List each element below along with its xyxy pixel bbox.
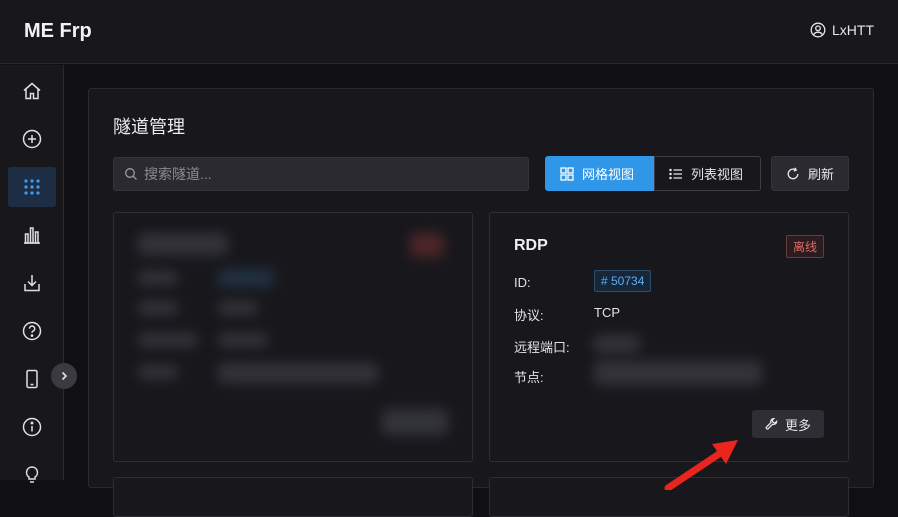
grid-view-icon xyxy=(560,166,574,181)
refresh-button[interactable]: 刷新 xyxy=(771,156,849,191)
list-view-label: 列表视图 xyxy=(691,167,744,182)
blurred-content xyxy=(138,333,198,347)
page-title: 隧道管理 xyxy=(113,117,185,137)
tunnel-card-blurred[interactable] xyxy=(113,212,473,462)
tunnel-id-tag: # 50734 xyxy=(594,270,652,292)
blurred-content xyxy=(382,409,448,435)
sidebar-item-download[interactable] xyxy=(8,263,56,303)
app-title[interactable]: ME Frp xyxy=(24,20,92,43)
node-label: 节点: xyxy=(514,370,544,385)
remote-port-label: 远程端口: xyxy=(514,340,570,355)
wrench-icon xyxy=(765,417,778,430)
lightbulb-icon xyxy=(25,466,39,483)
blurred-content xyxy=(138,301,178,315)
info-icon xyxy=(22,417,42,437)
more-label: 更多 xyxy=(784,417,811,433)
chevron-right-icon xyxy=(61,371,68,381)
more-button[interactable]: 更多 xyxy=(752,410,824,438)
refresh-icon xyxy=(787,166,799,179)
tunnel-name: RDP xyxy=(514,237,548,254)
grid-dots-icon xyxy=(24,179,40,195)
list-view-icon xyxy=(669,168,682,179)
search-icon xyxy=(125,168,137,180)
sidebar-item-help[interactable] xyxy=(8,311,56,351)
sidebar-item-create[interactable] xyxy=(8,119,56,159)
tunnel-card[interactable]: RDP 离线 ID: # 50734 协议: TCP 远程端口: 节点: 更多 xyxy=(489,212,849,462)
user-circle-icon xyxy=(810,22,826,38)
download-icon xyxy=(24,275,40,292)
sidebar-item-mobile[interactable] xyxy=(8,359,56,399)
blurred-content xyxy=(138,233,228,255)
sidebar-item-tips[interactable] xyxy=(8,455,56,495)
blurred-content xyxy=(218,363,378,383)
help-circle-icon xyxy=(22,321,42,341)
blurred-node xyxy=(594,361,762,385)
blurred-content xyxy=(218,333,268,347)
protocol-label: 协议: xyxy=(514,308,544,323)
username: LxHTT xyxy=(832,22,874,38)
id-label: ID: xyxy=(514,275,531,290)
blurred-content xyxy=(218,301,258,315)
status-badge: 离线 xyxy=(785,235,824,258)
protocol-value: TCP xyxy=(594,305,620,320)
sidebar-item-about[interactable] xyxy=(8,407,56,447)
plus-circle-icon xyxy=(22,129,42,149)
refresh-label: 刷新 xyxy=(807,167,834,182)
user-menu[interactable]: LxHTT xyxy=(810,22,874,38)
view-toggle: 网格视图 列表视图 xyxy=(545,156,761,191)
grid-view-label: 网格视图 xyxy=(582,167,635,182)
bar-chart-icon xyxy=(24,227,40,244)
search-box[interactable] xyxy=(113,157,529,191)
tunnel-card-partial[interactable] xyxy=(113,477,473,517)
sidebar-item-tunnels[interactable] xyxy=(8,167,56,207)
tunnel-management-panel: 隧道管理 网格视图 列表视图 刷新 RDP 离线 ID: xyxy=(88,88,874,517)
sidebar-item-stats[interactable] xyxy=(8,215,56,255)
top-bar: ME Frp LxHTT xyxy=(0,0,898,64)
home-icon xyxy=(23,82,41,100)
grid-view-button[interactable]: 网格视图 xyxy=(545,156,654,191)
list-view-button[interactable]: 列表视图 xyxy=(654,156,761,191)
annotation-arrow-icon xyxy=(664,440,738,490)
sidebar xyxy=(0,65,64,483)
sidebar-item-home[interactable] xyxy=(8,71,56,111)
sidebar-expand-button[interactable] xyxy=(51,363,77,389)
blurred-content xyxy=(138,365,178,379)
search-input[interactable] xyxy=(144,166,504,182)
mobile-icon xyxy=(26,369,38,389)
blurred-content xyxy=(410,233,444,257)
blurred-content xyxy=(138,271,178,285)
blurred-remote-port xyxy=(594,335,640,353)
blurred-content xyxy=(218,269,274,287)
